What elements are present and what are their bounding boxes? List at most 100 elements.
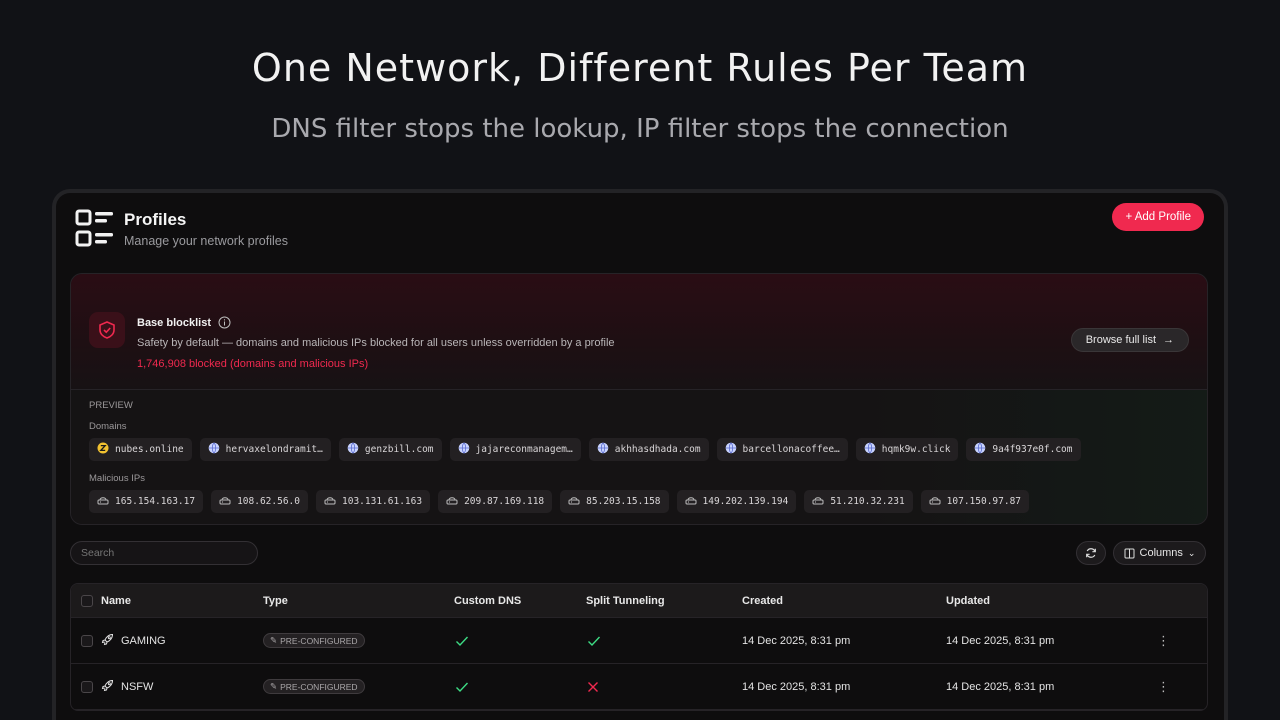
favicon-icon: [97, 442, 109, 457]
ip-text: 209.87.169.118: [464, 496, 545, 507]
domain-chip: jajareconmanagem…: [449, 438, 581, 461]
domain-chip: nubes.online: [89, 438, 192, 461]
ip-text: 165.154.163.17: [115, 496, 196, 507]
page-header: Profiles Manage your network profiles: [74, 207, 288, 251]
domain-text: nubes.online: [115, 444, 184, 455]
refresh-button[interactable]: [1076, 541, 1106, 565]
header-type[interactable]: Type: [263, 595, 288, 607]
ip-chip: 85.203.15.158: [560, 490, 669, 513]
page-subtitle: Manage your network profiles: [124, 234, 288, 248]
hero-title: One Network, Different Rules Per Team: [251, 46, 1029, 90]
header-custom-dns[interactable]: Custom DNS: [454, 595, 521, 607]
domain-chip: 9a4f937e0f.com: [966, 438, 1081, 461]
profiles-table: Name Type Custom DNS Split Tunneling Cre…: [70, 583, 1208, 711]
blocklist-description: Safety by default — domains and maliciou…: [137, 337, 615, 349]
table-row[interactable]: GAMING ✎ PRE-CONFIGURED 14 Dec 2025, 8:31 p…: [71, 618, 1207, 664]
domain-chip: genzbill.com: [338, 438, 442, 461]
refresh-icon: [1086, 548, 1096, 558]
type-label: PRE-CONFIGURED: [280, 635, 358, 646]
type-label: PRE-CONFIGURED: [280, 681, 358, 692]
domain-text: akhhasdhada.com: [614, 444, 701, 455]
info-icon[interactable]: [218, 316, 231, 329]
globe-icon: [208, 442, 220, 457]
add-profile-button[interactable]: + Add Profile: [1112, 203, 1204, 231]
header-updated[interactable]: Updated: [946, 595, 990, 607]
row-checkbox[interactable]: [81, 680, 93, 693]
domain-chip: hervaxelondramit…: [199, 438, 331, 461]
ip-text: 149.202.139.194: [702, 496, 789, 507]
globe-icon: [864, 442, 876, 457]
arrow-right-icon: →: [1163, 334, 1174, 346]
type-cell: ✎ PRE-CONFIGURED: [263, 633, 365, 648]
ip-chip: 149.202.139.194: [676, 490, 797, 513]
wand-icon: ✎: [270, 681, 278, 691]
select-all-checkbox[interactable]: [81, 594, 93, 607]
globe-icon: [458, 442, 470, 457]
domain-text: barcellonacoffee…: [742, 444, 840, 455]
domains-label: Domains: [89, 421, 127, 432]
page-title: Profiles: [124, 210, 187, 229]
shield-icon: [89, 312, 125, 348]
ip-chip: 165.154.163.17: [89, 490, 204, 513]
check-icon: [455, 635, 469, 647]
globe-icon: [974, 442, 986, 457]
network-icon: [97, 495, 109, 508]
browse-full-list-button[interactable]: Browse full list →: [1070, 328, 1189, 352]
network-icon: [324, 495, 336, 508]
ip-chip: 209.87.169.118: [438, 490, 553, 513]
check-icon: [587, 635, 601, 647]
header-created[interactable]: Created: [742, 595, 783, 607]
network-icon: [219, 495, 231, 508]
rocket-icon: [101, 679, 114, 695]
hero-subtitle: DNS filter stops the lookup, IP filter s…: [271, 114, 1009, 144]
columns-button[interactable]: Columns ⌄: [1113, 541, 1206, 565]
profile-name: GAMING: [121, 634, 166, 647]
updated-date: 14 Dec 2025, 8:31 pm: [946, 634, 1055, 647]
network-icon: [929, 495, 941, 508]
blocklist-title: Base blocklist: [137, 316, 231, 329]
row-checkbox[interactable]: [81, 634, 93, 647]
more-options-icon[interactable]: ⋮: [1157, 679, 1170, 695]
app-window: Profiles Manage your network profiles + …: [52, 189, 1228, 720]
ip-text: 51.210.32.231: [830, 496, 905, 507]
type-cell: ✎ PRE-CONFIGURED: [263, 679, 365, 694]
ip-text: 108.62.56.0: [237, 496, 300, 507]
ip-text: 85.203.15.158: [586, 496, 661, 507]
domain-chip: barcellonacoffee…: [716, 438, 848, 461]
updated-date: 14 Dec 2025, 8:31 pm: [946, 680, 1055, 693]
header-name[interactable]: Name: [101, 595, 131, 607]
globe-icon: [347, 442, 359, 457]
globe-icon: [725, 442, 737, 457]
network-icon: [685, 495, 697, 508]
profile-name: NSFW: [121, 680, 154, 693]
profile-name-cell: NSFW: [101, 679, 153, 695]
ip-text: 103.131.61.163: [342, 496, 423, 507]
search-input[interactable]: [70, 541, 258, 565]
domain-text: genzbill.com: [364, 444, 434, 455]
columns-icon: [1124, 548, 1135, 558]
type-badge: ✎ PRE-CONFIGURED: [263, 633, 365, 648]
rocket-icon: [101, 633, 114, 649]
columns-label: Columns: [1139, 547, 1183, 559]
browse-label: Browse full list: [1085, 334, 1156, 346]
domain-text: hqmk9w.click: [881, 444, 951, 455]
header-split-tunneling[interactable]: Split Tunneling: [586, 595, 665, 607]
domain-text: hervaxelondramit…: [225, 444, 323, 455]
chevron-down-icon: ⌄: [1187, 547, 1196, 558]
ip-chip: 103.131.61.163: [316, 490, 431, 513]
table-header-row: Name Type Custom DNS Split Tunneling Cre…: [71, 584, 1207, 618]
globe-icon: [597, 442, 609, 457]
domain-chip: akhhasdhada.com: [588, 438, 709, 461]
ip-chips: 165.154.163.17 108.62.56.0 103.131.61.163 2…: [89, 490, 1030, 513]
domain-text: jajareconmanagem…: [475, 444, 573, 455]
check-icon: [455, 681, 469, 693]
network-icon: [812, 495, 824, 508]
profiles-list-icon: [75, 209, 113, 247]
ip-chip: 108.62.56.0: [211, 490, 308, 513]
profile-name-cell: GAMING: [101, 633, 166, 649]
table-row[interactable]: NSFW ✎ PRE-CONFIGURED 14 Dec 2025, 8:31 pm 1…: [71, 664, 1207, 710]
network-icon: [568, 495, 580, 508]
more-options-icon[interactable]: ⋮: [1157, 633, 1170, 649]
domain-text: 9a4f937e0f.com: [992, 444, 1073, 455]
blocklist-count: 1,746,908 blocked (domains and malicious…: [137, 358, 369, 370]
